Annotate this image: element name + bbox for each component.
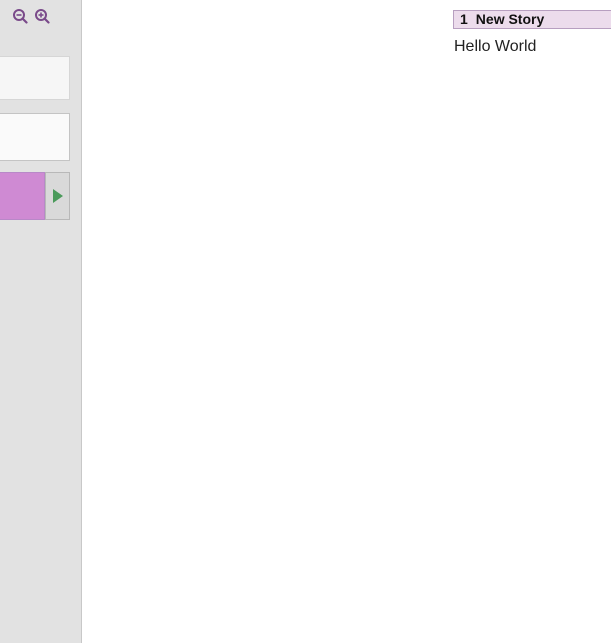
sidebar-field-1[interactable] <box>0 56 70 100</box>
zoom-in-icon[interactable] <box>34 8 50 24</box>
passage-header[interactable]: 1 New Story <box>453 10 611 29</box>
zoom-out-icon[interactable] <box>12 8 28 24</box>
play-icon <box>52 189 63 203</box>
zoom-controls <box>12 8 50 24</box>
passage-text: Hello World <box>454 38 537 55</box>
editor-sidebar <box>0 0 82 643</box>
passage-number: 1 <box>460 11 468 27</box>
passage-title: New Story <box>475 11 545 27</box>
passage-card[interactable]: 1 New Story Hello World <box>453 10 611 57</box>
play-button[interactable] <box>45 172 70 220</box>
sidebar-field-2[interactable] <box>0 113 70 161</box>
color-swatch[interactable] <box>0 172 45 220</box>
